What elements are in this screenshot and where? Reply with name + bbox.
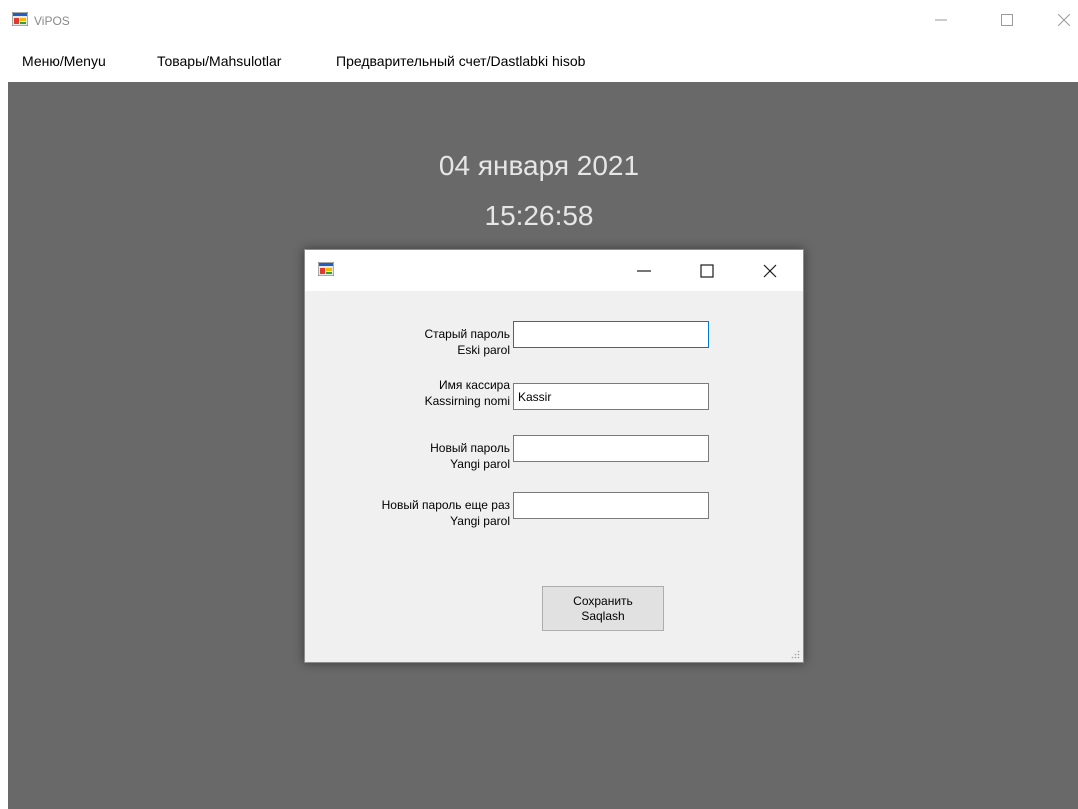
cashier-name-label-ru: Имя кассира [439,378,510,392]
dialog-minimize-button[interactable] [622,256,666,286]
dialog-titlebar[interactable] [305,250,803,291]
maximize-icon [700,264,714,278]
clock-time: 15:26:58 [484,200,594,231]
window-titlebar[interactable]: ViPOS [0,0,1078,40]
confirm-password-label-uz: Yangi parol [450,514,510,528]
cashier-name-label-uz: Kassirning nomi [424,394,510,408]
old-password-label-ru: Старый пароль [424,327,510,341]
resize-grip-icon[interactable] [790,649,800,659]
minimize-icon [637,270,651,272]
new-password-label: Новый пароль Yangi parol [310,440,510,472]
close-icon [1058,14,1070,26]
maximize-icon [1001,14,1013,26]
close-button[interactable] [1050,6,1078,34]
minimize-button[interactable] [918,6,964,34]
confirm-password-label: Новый пароль еще раз Yangi parol [310,497,510,529]
maximize-button[interactable] [984,6,1030,34]
menu-item-products[interactable]: Товары/Mahsulotlar [157,46,281,76]
close-icon [763,264,777,278]
old-password-input[interactable] [513,321,709,348]
menu-bar: Меню/Menyu Товары/Mahsulotlar Предварите… [0,40,1078,82]
change-password-dialog: Старый пароль Eski parol Имя кассира Kas… [304,249,804,663]
confirm-password-input[interactable] [513,492,709,519]
save-button[interactable]: Сохранить Saqlash [542,586,664,631]
new-password-label-ru: Новый пароль [430,441,510,455]
cashier-name-input[interactable] [513,383,709,410]
dialog-close-button[interactable] [748,256,792,286]
clock-date: 04 января 2021 [438,150,640,181]
app-window-icon [12,12,28,26]
old-password-label-uz: Eski parol [457,343,510,357]
new-password-input[interactable] [513,435,709,462]
menu-item-menu[interactable]: Меню/Menyu [22,46,106,76]
menu-item-preliminary-bill[interactable]: Предварительный счет/Dastlabki hisob [336,46,585,76]
confirm-password-label-ru: Новый пароль еще раз [381,498,510,512]
save-button-label-uz: Saqlash [581,608,625,623]
minimize-icon [935,19,947,21]
dialog-app-icon [318,262,334,276]
window-title: ViPOS [34,14,70,28]
new-password-label-uz: Yangi parol [450,457,510,471]
cashier-name-label: Имя кассира Kassirning nomi [310,377,510,409]
dialog-maximize-button[interactable] [685,256,729,286]
old-password-label: Старый пароль Eski parol [310,326,510,358]
save-button-label-ru: Сохранить [573,593,633,608]
